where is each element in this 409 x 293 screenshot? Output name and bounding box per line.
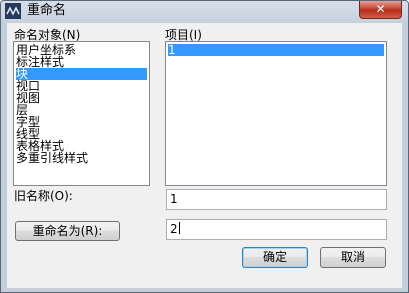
new-name-field[interactable]: 2 [166,219,387,240]
cancel-button[interactable]: 取消 [320,247,386,268]
items-label: 项目(I) [165,28,202,42]
item-row[interactable]: 1 [168,44,384,56]
dialog-body: 命名对象(N) 项目(I) 用户坐标系 标注样式块视口 视图层字型 线型 表格样式 多重引… [7,23,402,288]
close-button[interactable]: ✕ [359,1,402,19]
autocad-app-icon [5,3,21,19]
named-object-item[interactable]: 视图 [16,92,147,104]
title-bar[interactable]: 重命名 ✕ [1,1,408,22]
named-object-item[interactable]: 标注样式 [16,56,147,68]
window-title: 重命名 [27,3,67,18]
rename-dialog: 重命名 ✕ 命名对象(N) 项目(I) 用户坐标系 标注样式块视口 视图层字型 线型表… [0,0,409,293]
items-list[interactable]: 1 [165,41,387,186]
old-name-field[interactable]: 1 [166,189,387,210]
named-object-item[interactable]: 多重引线样式 [16,152,147,164]
text-cursor [178,222,180,234]
rename-to-button[interactable]: 重命名为(R): [15,221,120,241]
named-objects-label: 命名对象(N) [14,28,81,42]
old-name-label: 旧名称(O): [14,189,73,203]
named-objects-list[interactable]: 用户坐标系 标注样式块视口 视图层字型 线型 表格样式 多重引线样式 [13,41,150,186]
close-icon: ✕ [375,2,386,16]
new-name-value: 2 [170,222,178,236]
ok-button[interactable]: 确定 [242,247,308,268]
